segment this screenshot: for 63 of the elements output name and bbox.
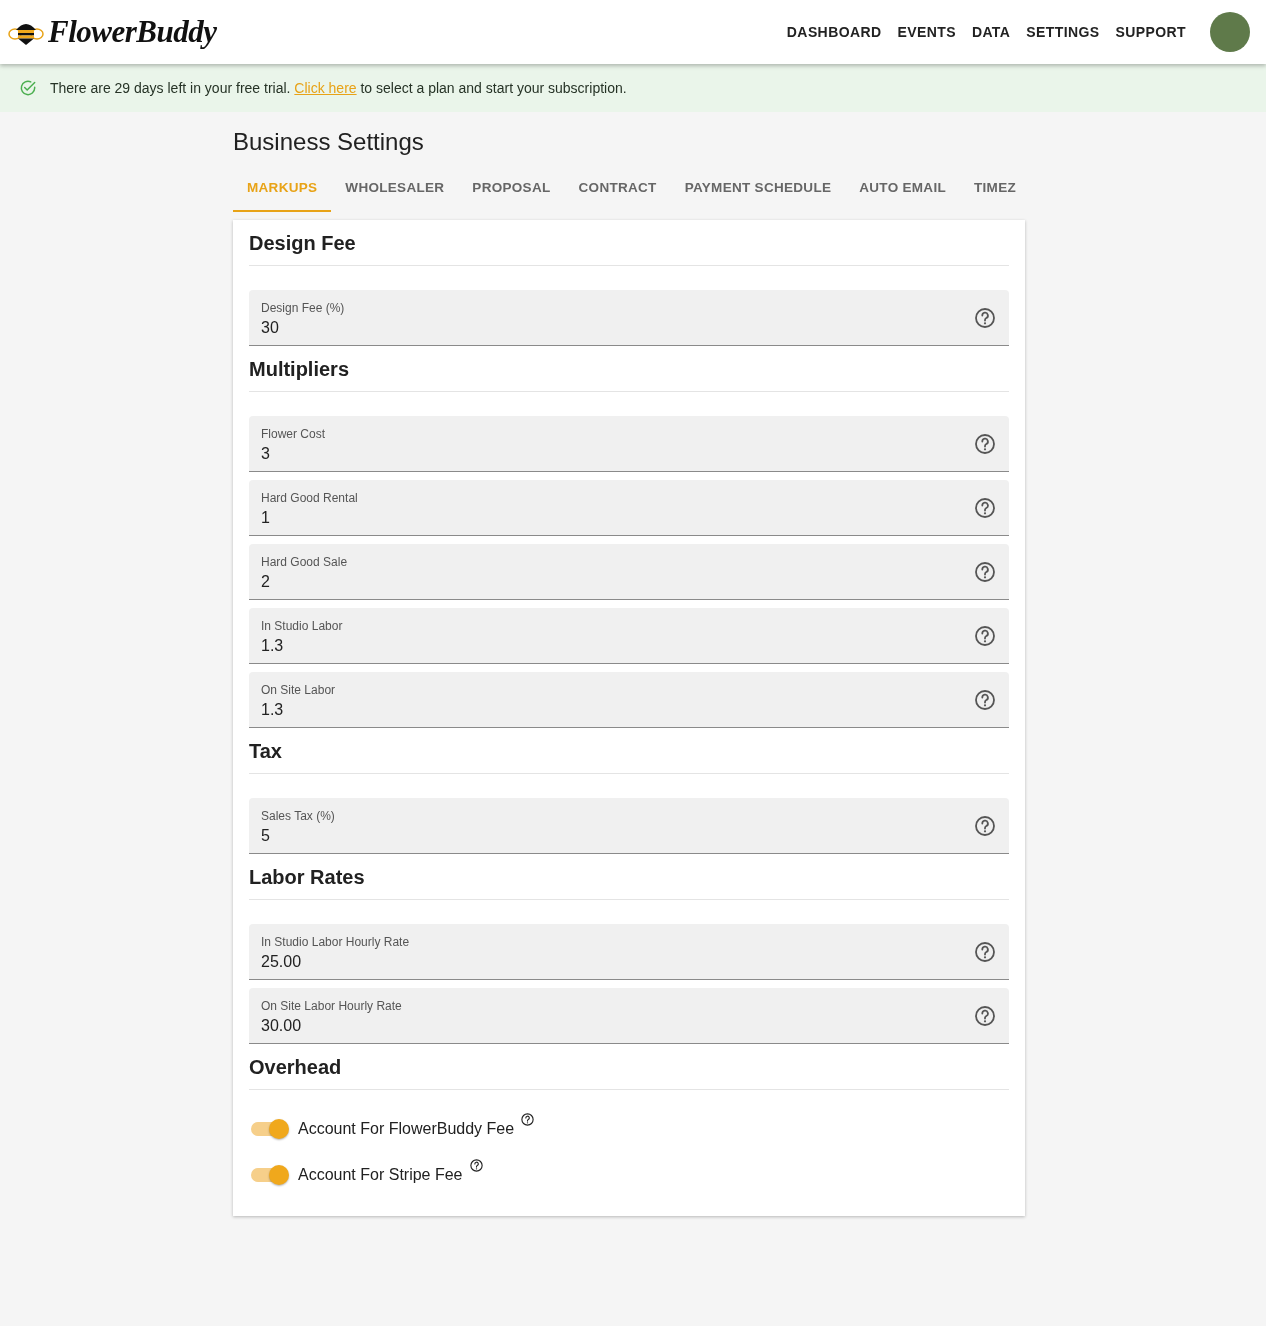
input-field[interactable]: Flower Cost 3 xyxy=(249,416,1009,472)
help-icon[interactable] xyxy=(468,1158,484,1173)
input-field[interactable]: Design Fee (%) 30 xyxy=(249,290,1009,346)
nav-link[interactable]: DASHBOARD xyxy=(778,24,890,40)
help-icon[interactable] xyxy=(973,623,997,648)
field-value: 2 xyxy=(261,572,271,591)
help-icon[interactable] xyxy=(520,1112,536,1127)
settings-tab[interactable]: CONTRACT xyxy=(564,166,671,212)
input-field[interactable]: On Site Labor 1.3 xyxy=(249,672,1009,728)
input-field[interactable]: In Studio Labor 1.3 xyxy=(249,608,1009,664)
field-label: Sales Tax (%) xyxy=(261,808,335,823)
nav-link[interactable]: SUPPORT xyxy=(1107,24,1194,40)
field-label: Flower Cost xyxy=(261,426,325,441)
input-field[interactable]: In Studio Labor Hourly Rate 25.00 xyxy=(249,924,1009,980)
page-title: Business Settings xyxy=(233,128,425,156)
field-value: 25.00 xyxy=(261,952,303,971)
avatar-photo-placeholder[interactable] xyxy=(1210,12,1250,52)
toggle-switch[interactable] xyxy=(251,1122,287,1136)
field-label: On Site Labor xyxy=(261,682,336,697)
input-field[interactable]: Hard Good Rental 1 xyxy=(249,480,1009,536)
section-heading: Tax xyxy=(249,739,283,764)
input-field[interactable]: Sales Tax (%) 5 xyxy=(249,798,1009,854)
input-field[interactable]: On Site Labor Hourly Rate 30.00 xyxy=(249,988,1009,1044)
nav-link[interactable]: SETTINGS xyxy=(1018,24,1108,40)
field-value: 3 xyxy=(261,444,271,463)
settings-tab[interactable]: WHOLESALER xyxy=(331,166,459,212)
help-icon[interactable] xyxy=(973,305,997,330)
field-value: 1.3 xyxy=(261,636,285,655)
nav-link[interactable]: EVENTS xyxy=(889,24,964,40)
toggle-label: Account For FlowerBuddy Fee xyxy=(298,1120,515,1138)
nav-link[interactable]: DATA xyxy=(963,24,1019,40)
section-heading: Labor Rates xyxy=(249,865,366,890)
field-value: 30.00 xyxy=(261,1016,303,1035)
section-heading: Multipliers xyxy=(249,357,350,382)
field-label: On Site Labor Hourly Rate xyxy=(261,998,402,1013)
settings-tab[interactable]: AUTO EMAIL xyxy=(845,166,960,212)
field-label: In Studio Labor Hourly Rate xyxy=(261,934,410,949)
input-field[interactable]: Hard Good Sale 2 xyxy=(249,544,1009,600)
field-value: 5 xyxy=(261,826,271,845)
help-icon[interactable] xyxy=(973,939,997,964)
help-icon[interactable] xyxy=(973,495,997,520)
field-value: 1.3 xyxy=(261,700,285,719)
field-label: Design Fee (%) xyxy=(261,300,345,315)
trial-message: There are 29 days left in your free trial. Click here to select a plan and start your subscription. xyxy=(50,80,627,96)
settings-tab[interactable]: TIMEZ xyxy=(960,166,1030,212)
help-icon[interactable] xyxy=(973,813,997,838)
field-value: 30 xyxy=(261,318,280,337)
check-circle-icon xyxy=(18,78,38,98)
help-icon[interactable] xyxy=(973,1003,997,1028)
field-label: Hard Good Rental xyxy=(261,490,358,505)
help-icon[interactable] xyxy=(973,687,997,712)
toggle-switch[interactable] xyxy=(251,1168,287,1182)
section-heading: Design Fee xyxy=(249,231,357,256)
field-value: 1 xyxy=(261,508,271,527)
help-icon[interactable] xyxy=(973,559,997,584)
settings-tab[interactable]: PROPOSAL xyxy=(458,166,565,212)
brand-logo[interactable]: FlowerBuddy xyxy=(48,14,217,50)
settings-tab[interactable]: PAYMENT SCHEDULE xyxy=(670,166,846,212)
field-label: In Studio Labor xyxy=(261,618,343,633)
toggle-label: Account For Stripe Fee xyxy=(298,1166,463,1184)
help-icon[interactable] xyxy=(973,431,997,456)
field-label: Hard Good Sale xyxy=(261,554,348,569)
section-heading: Overhead xyxy=(249,1055,343,1080)
